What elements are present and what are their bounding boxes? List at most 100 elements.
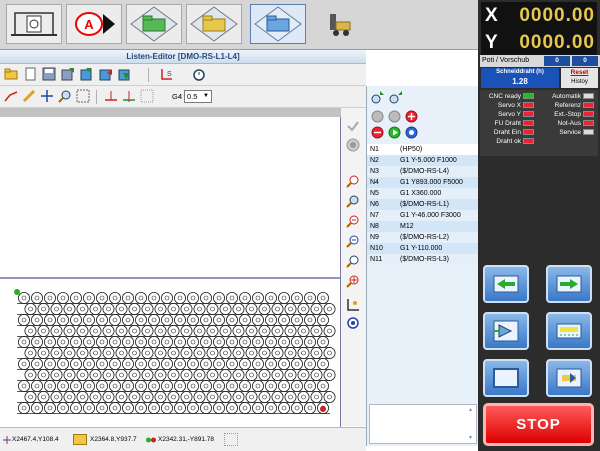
program-line[interactable]: N3 ($/DMO-RS-L4) xyxy=(367,166,479,177)
align-cross-icon[interactable] xyxy=(122,89,136,103)
cut-circle-inner xyxy=(99,405,105,411)
mode-folder-import-button[interactable] xyxy=(186,4,242,44)
status-indicator: Service xyxy=(559,129,594,137)
cut-circle-inner xyxy=(190,361,196,367)
delete-line-icon[interactable] xyxy=(371,126,384,139)
cut-circle xyxy=(70,313,83,326)
new-file-icon[interactable] xyxy=(23,67,37,81)
cut-circle xyxy=(109,313,122,326)
cut-circle-inner xyxy=(34,339,40,345)
blue-circle-icon[interactable] xyxy=(405,126,418,139)
program-line[interactable]: N7 G1 Y-46.000 F3000 xyxy=(367,210,479,221)
move-up-icon[interactable] xyxy=(371,90,385,104)
cut-circle xyxy=(277,357,290,370)
program-line[interactable]: N11 ($/DMO-RS-L3) xyxy=(367,254,479,265)
cut-circle xyxy=(122,291,135,304)
cut-circle xyxy=(115,368,128,381)
cut-circle-inner xyxy=(249,328,254,334)
drawing-canvas[interactable] xyxy=(0,117,341,427)
zoom-icon[interactable] xyxy=(346,174,360,188)
crosshair-icon[interactable] xyxy=(40,89,54,103)
program-line[interactable]: N4 G1 Y893.000 F5000 xyxy=(367,177,479,188)
mode-list-editor-button[interactable] xyxy=(250,4,306,44)
move-down-icon[interactable] xyxy=(389,90,403,104)
grey-circle-left-icon[interactable] xyxy=(371,110,384,123)
history-button[interactable]: Histoy xyxy=(561,78,598,87)
mode-service-button[interactable] xyxy=(312,4,368,44)
save-as-icon[interactable] xyxy=(61,67,75,81)
cut-circle-inner xyxy=(320,317,326,323)
scroll-down-icon[interactable]: ▼ xyxy=(468,435,473,441)
cut-circle xyxy=(76,346,89,359)
cut-circle xyxy=(297,346,310,359)
jog-left-button[interactable] xyxy=(483,265,529,303)
grid-icon[interactable] xyxy=(76,89,90,103)
path-start-icon[interactable]: S xyxy=(160,67,174,81)
cut-circle-inner xyxy=(119,328,124,334)
program-line[interactable]: N5 G1 X360.000 xyxy=(367,188,479,199)
import-icon[interactable] xyxy=(80,67,94,81)
polyline-icon[interactable] xyxy=(4,89,18,103)
zoom-fit-icon[interactable] xyxy=(346,274,360,288)
jog-right-button[interactable] xyxy=(546,265,592,303)
program-line[interactable]: N6 ($/DMO-RS-L1) xyxy=(367,199,479,210)
window-button[interactable] xyxy=(483,359,529,397)
record-icon[interactable] xyxy=(346,138,360,152)
reset-button[interactable]: Reset xyxy=(561,68,598,78)
program-line[interactable]: N1 (HP50) xyxy=(367,144,479,155)
cut-circle-inner xyxy=(242,405,248,411)
cut-circle-inner xyxy=(41,328,46,334)
convert-icon[interactable] xyxy=(118,67,132,81)
cut-circle-inner xyxy=(93,328,98,334)
timer-icon[interactable] xyxy=(192,67,206,81)
cut-circle xyxy=(238,357,251,370)
zoom-out-icon[interactable] xyxy=(346,234,360,248)
magnifier-icon[interactable] xyxy=(58,89,72,103)
mode-automatic-button[interactable]: A xyxy=(66,4,122,44)
zoom-in-icon[interactable] xyxy=(346,214,360,228)
export-icon[interactable] xyxy=(99,67,113,81)
checkmark-icon[interactable] xyxy=(346,119,360,133)
program-line[interactable]: N8 M12 xyxy=(367,221,479,232)
cut-circle-inner xyxy=(216,361,222,367)
cut-circle xyxy=(232,302,245,315)
stop-button[interactable]: STOP xyxy=(483,403,594,446)
cut-circle-inner xyxy=(203,383,209,389)
pencil-icon[interactable] xyxy=(22,89,36,103)
zoom-window-icon[interactable] xyxy=(346,194,360,208)
cut-circle-inner xyxy=(21,361,27,367)
origin-axis-icon[interactable] xyxy=(346,298,360,312)
cut-circle-inner xyxy=(99,317,105,323)
line-number: N10 xyxy=(370,245,383,252)
program-line[interactable]: N2 G1 Y-5.000 F1000 xyxy=(367,155,479,166)
program-line[interactable]: N10 G1 Y-110.000 xyxy=(367,243,479,254)
cut-circle xyxy=(180,368,193,381)
feed-select[interactable]: 0.5 ▼ xyxy=(184,90,212,103)
next-step-button[interactable] xyxy=(546,359,592,397)
line-edit-textarea[interactable]: ▲ ▼ xyxy=(369,404,477,444)
zoom-one-to-one-icon[interactable] xyxy=(346,254,360,268)
dotted-grid-icon[interactable] xyxy=(140,89,154,103)
cut-circle xyxy=(83,313,96,326)
save-icon[interactable] xyxy=(42,67,56,81)
add-line-icon[interactable] xyxy=(405,110,418,123)
line-number: N9 xyxy=(370,234,379,241)
cut-circle xyxy=(89,324,102,337)
scroll-up-icon[interactable]: ▲ xyxy=(468,407,473,413)
open-folder-icon[interactable] xyxy=(4,67,18,81)
cut-circle xyxy=(70,379,83,392)
wire-tension-button[interactable] xyxy=(546,312,592,350)
mode-manual-button[interactable] xyxy=(6,4,62,44)
cut-wire-button[interactable] xyxy=(483,312,529,350)
cut-circle-inner xyxy=(216,339,222,345)
align-bottom-icon[interactable] xyxy=(104,89,118,103)
cut-circle xyxy=(212,313,225,326)
cut-circle xyxy=(199,379,212,392)
cut-circle-inner xyxy=(223,394,228,400)
cut-circle xyxy=(277,335,290,348)
mode-open-folder-button[interactable] xyxy=(126,4,182,44)
grey-circle-right-icon[interactable] xyxy=(388,110,401,123)
info-icon[interactable] xyxy=(346,316,360,330)
program-line[interactable]: N9 ($/DMO-RS-L2) xyxy=(367,232,479,243)
run-line-icon[interactable] xyxy=(388,126,401,139)
